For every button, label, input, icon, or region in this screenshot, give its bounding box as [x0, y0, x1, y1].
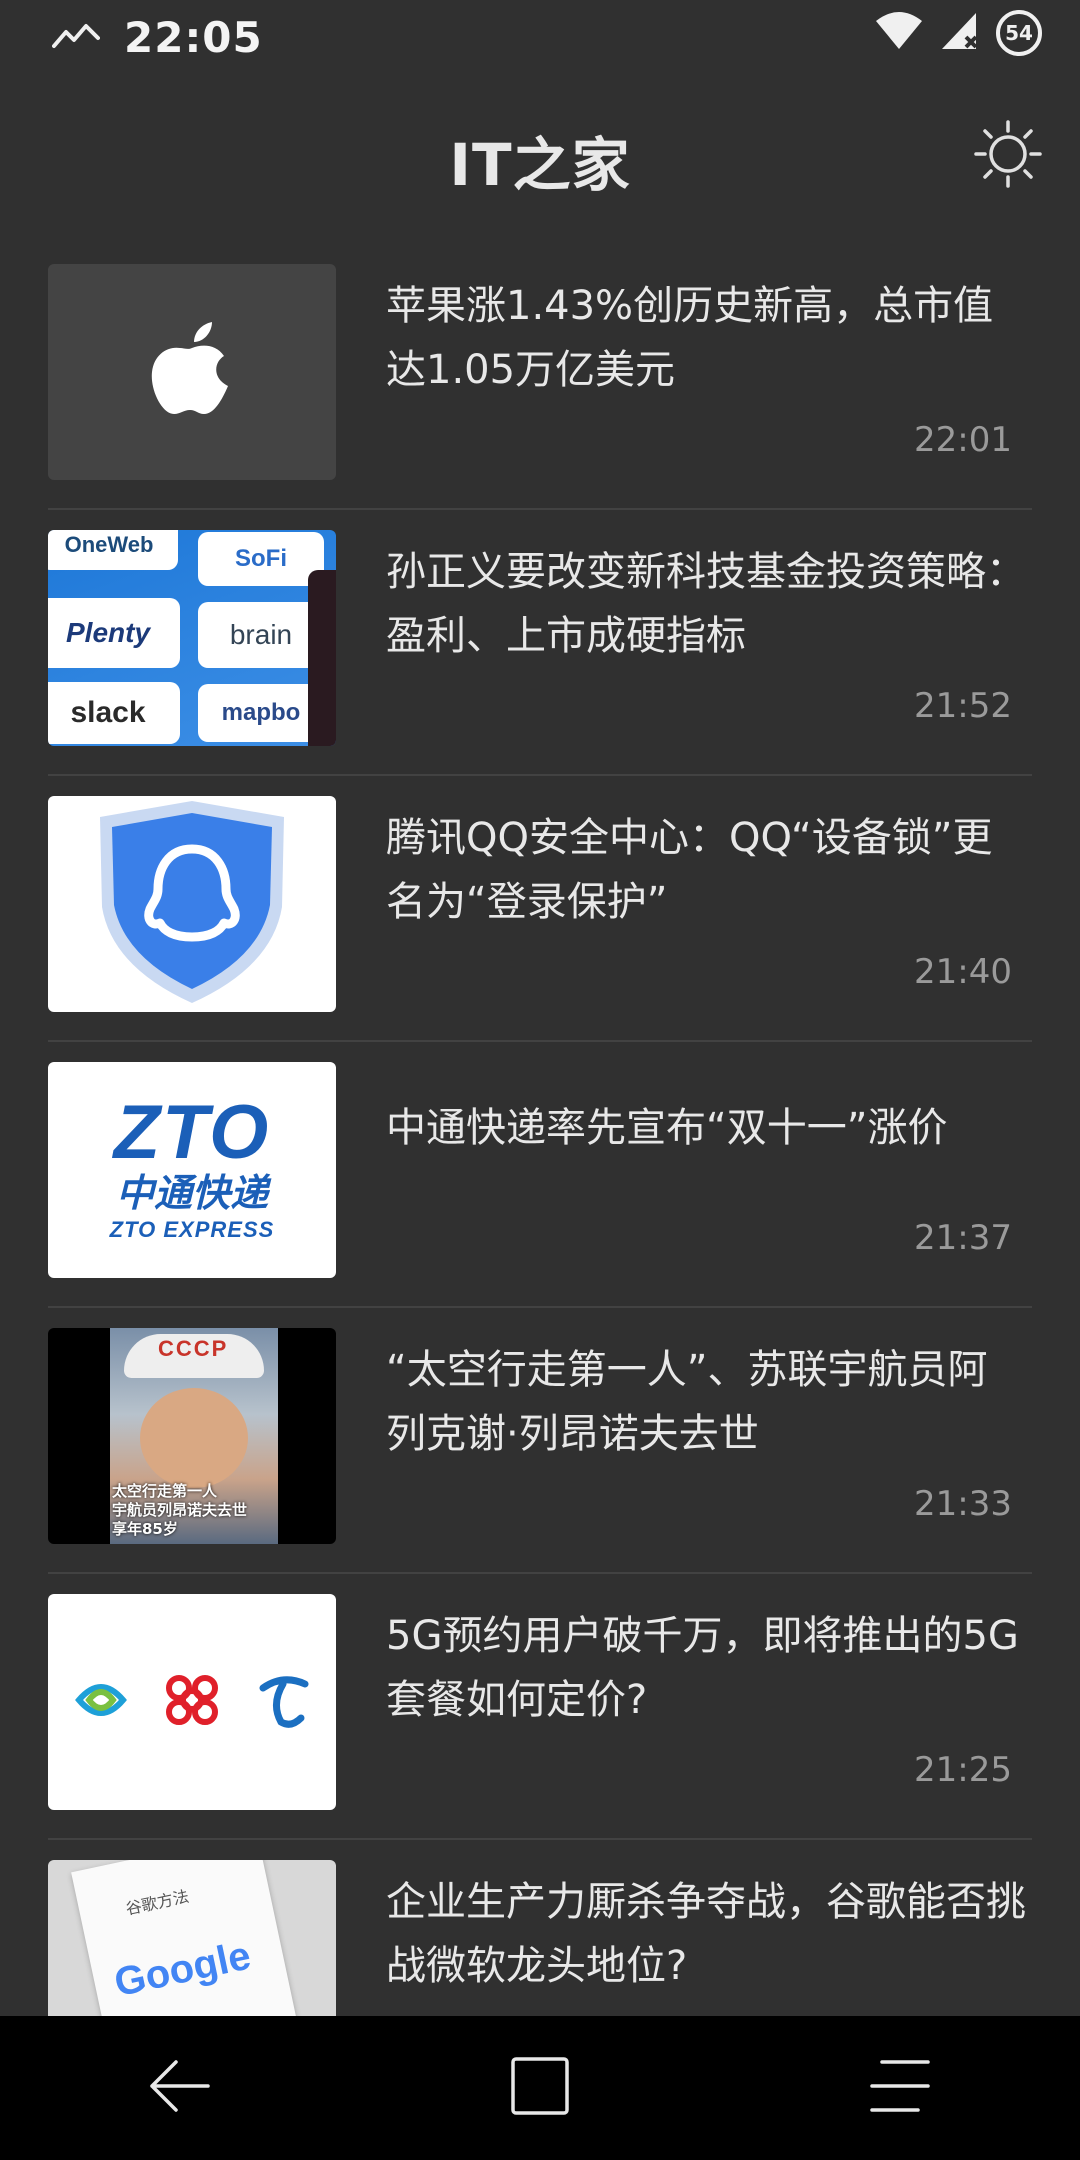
china-unicom-icon [159, 1670, 225, 1734]
thumb-text-plenty: Plenty [48, 598, 180, 668]
news-time: 21:40 [914, 952, 1012, 992]
thumb-text-mapbox: mapbo [198, 684, 324, 742]
thumb-text-brain: brain [198, 602, 324, 668]
app-header: IT之家 [0, 74, 1080, 244]
caption-line-1: 太空行走第一人 [112, 1482, 218, 1500]
thumb-text-slack: slack [48, 682, 180, 744]
news-time: 21:52 [914, 686, 1012, 726]
photo-caption: 太空行走第一人 宇航员列昂诺夫去世 享年85岁 [112, 1482, 247, 1539]
news-thumbnail: OneWeb SoFi Plenty brain slack mapbo [48, 530, 336, 746]
news-time: 21:25 [914, 1750, 1012, 1790]
zto-en-name: ZTO EXPRESS [109, 1217, 275, 1242]
qq-shield-icon [92, 797, 292, 1011]
status-right: 54 [874, 10, 1042, 56]
news-item[interactable]: 苹果涨1.43%创历史新高，总市值达1.05万亿美元 22:01 [48, 244, 1032, 510]
speaker-figure [308, 570, 336, 746]
news-time: 21:33 [914, 1484, 1012, 1524]
status-left: 22:05 [52, 13, 263, 62]
news-thumbnail: CCCP 太空行走第一人 宇航员列昂诺夫去世 享年85岁 [48, 1328, 336, 1544]
screen: 22:05 54 IT之家 苹果涨1.43%创历史新高，总市值达1.05万亿美元… [0, 0, 1080, 2160]
news-time: 22:01 [914, 420, 1012, 460]
news-thumbnail: ZTO 中通快递 ZTO EXPRESS [48, 1062, 336, 1278]
news-title: 企业生产力厮杀争夺战，谷歌能否挑战微软龙头地位? [386, 1879, 1026, 1989]
book-title: 谷歌方法 [124, 1886, 191, 1919]
wifi-icon [874, 11, 924, 55]
news-title: 5G预约用户破千万，即将推出的5G套餐如何定价? [386, 1613, 1019, 1723]
app-title: IT之家 [449, 131, 631, 199]
zto-mark: ZTO [113, 1090, 271, 1175]
china-telecom-icon [253, 1670, 313, 1734]
theme-toggle-button[interactable] [972, 120, 1044, 192]
status-time: 22:05 [124, 12, 263, 62]
menu-lines-icon [868, 2056, 932, 2120]
news-title: 孙正义要改变新科技基金投资策略： 盈利、上市成硬指标 [386, 549, 1026, 659]
sun-icon [974, 120, 1042, 192]
battery-icon: 54 [996, 10, 1042, 56]
news-thumbnail [48, 1594, 336, 1810]
signal-trend-icon [52, 20, 100, 54]
cellular-signal-icon [940, 11, 980, 55]
news-item[interactable]: 腾讯QQ安全中心：QQ“设备锁”更名为“登录保护” 21:40 [48, 776, 1032, 1042]
news-list: 苹果涨1.43%创历史新高，总市值达1.05万亿美元 22:01 OneWeb … [48, 244, 1032, 2106]
news-thumbnail [48, 264, 336, 480]
thumb-text-sofi: SoFi [198, 532, 324, 586]
caption-line-3: 享年85岁 [112, 1520, 178, 1538]
back-arrow-icon [148, 2056, 212, 2120]
helmet-text: CCCP [158, 1336, 229, 1361]
china-mobile-icon [71, 1670, 131, 1734]
recents-button[interactable] [840, 2028, 960, 2148]
news-time: 21:37 [914, 1218, 1012, 1258]
news-title: “太空行走第一人”、苏联宇航员阿列克谢·列昂诺夫去世 [386, 1347, 988, 1457]
news-item[interactable]: 5G预约用户破千万，即将推出的5G套餐如何定价? 21:25 [48, 1574, 1032, 1840]
back-button[interactable] [120, 2028, 240, 2148]
zto-cn-name: 中通快递 [115, 1171, 268, 1215]
home-square-icon [510, 2056, 570, 2120]
caption-line-2: 宇航员列昂诺夫去世 [112, 1501, 248, 1519]
news-item[interactable]: CCCP 太空行走第一人 宇航员列昂诺夫去世 享年85岁 “太空行走第一人”、苏… [48, 1308, 1032, 1574]
news-title: 中通快递率先宣布“双十一”涨价 [386, 1105, 948, 1151]
navigation-bar [0, 2016, 1080, 2160]
news-item[interactable]: ZTO 中通快递 ZTO EXPRESS 中通快递率先宣布“双十一”涨价 21:… [48, 1042, 1032, 1308]
news-title: 腾讯QQ安全中心：QQ“设备锁”更名为“登录保护” [386, 815, 993, 925]
home-button[interactable] [480, 2028, 600, 2148]
status-bar: 22:05 54 [0, 0, 1080, 74]
thumb-text-oneweb: OneWeb [48, 530, 178, 570]
apple-logo-icon [150, 320, 234, 424]
news-item[interactable]: OneWeb SoFi Plenty brain slack mapbo 孙正义… [48, 510, 1032, 776]
news-thumbnail [48, 796, 336, 1012]
news-title: 苹果涨1.43%创历史新高，总市值达1.05万亿美元 [386, 283, 994, 393]
book-logo: Google [110, 1933, 255, 2006]
